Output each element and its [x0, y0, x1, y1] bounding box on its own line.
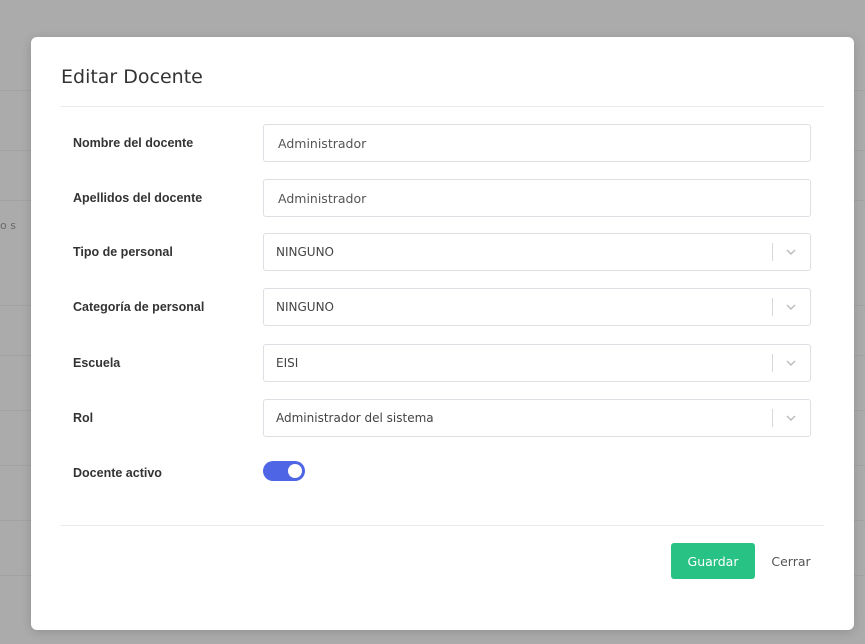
apellidos-label: Apellidos del docente — [73, 191, 203, 205]
rol-select-value: Administrador del sistema — [276, 411, 434, 425]
chevron-down-icon[interactable] — [782, 243, 800, 261]
field-row-activo: Docente activo — [73, 454, 811, 492]
rol-label: Rol — [73, 411, 94, 425]
modal-title: Editar Docente — [61, 66, 203, 88]
header-divider — [60, 106, 824, 107]
save-button[interactable]: Guardar — [671, 543, 755, 579]
footer-divider — [60, 525, 824, 526]
select-separator — [772, 354, 773, 372]
field-row-nombre: Nombre del docente — [73, 124, 811, 162]
chevron-down-icon[interactable] — [782, 354, 800, 372]
field-row-escuela: Escuela EISI — [73, 344, 811, 382]
select-separator — [772, 409, 773, 427]
rol-select[interactable]: Administrador del sistema — [263, 399, 811, 437]
escuela-select-value: EISI — [276, 356, 299, 370]
field-row-categoria: Categoría de personal NINGUNO — [73, 288, 811, 326]
escuela-select[interactable]: EISI — [263, 344, 811, 382]
tipo-select[interactable]: NINGUNO — [263, 233, 811, 271]
escuela-label: Escuela — [73, 356, 121, 370]
categoria-select[interactable]: NINGUNO — [263, 288, 811, 326]
toggle-knob — [288, 464, 302, 478]
edit-teacher-modal: Editar Docente Nombre del docente Apelli… — [31, 37, 854, 630]
select-separator — [772, 243, 773, 261]
select-separator — [772, 298, 773, 316]
activo-label: Docente activo — [73, 466, 162, 480]
nombre-input[interactable] — [263, 124, 811, 162]
categoria-select-value: NINGUNO — [276, 300, 334, 314]
close-button[interactable]: Cerrar — [761, 543, 821, 579]
categoria-label: Categoría de personal — [73, 300, 205, 314]
tipo-select-value: NINGUNO — [276, 245, 334, 259]
chevron-down-icon[interactable] — [782, 298, 800, 316]
chevron-down-icon[interactable] — [782, 409, 800, 427]
nombre-label: Nombre del docente — [73, 136, 194, 150]
field-row-tipo: Tipo de personal NINGUNO — [73, 233, 811, 271]
tipo-label: Tipo de personal — [73, 245, 173, 259]
activo-toggle[interactable] — [263, 461, 305, 481]
field-row-rol: Rol Administrador del sistema — [73, 399, 811, 437]
apellidos-input[interactable] — [263, 179, 811, 217]
field-row-apellidos: Apellidos del docente — [73, 179, 811, 217]
